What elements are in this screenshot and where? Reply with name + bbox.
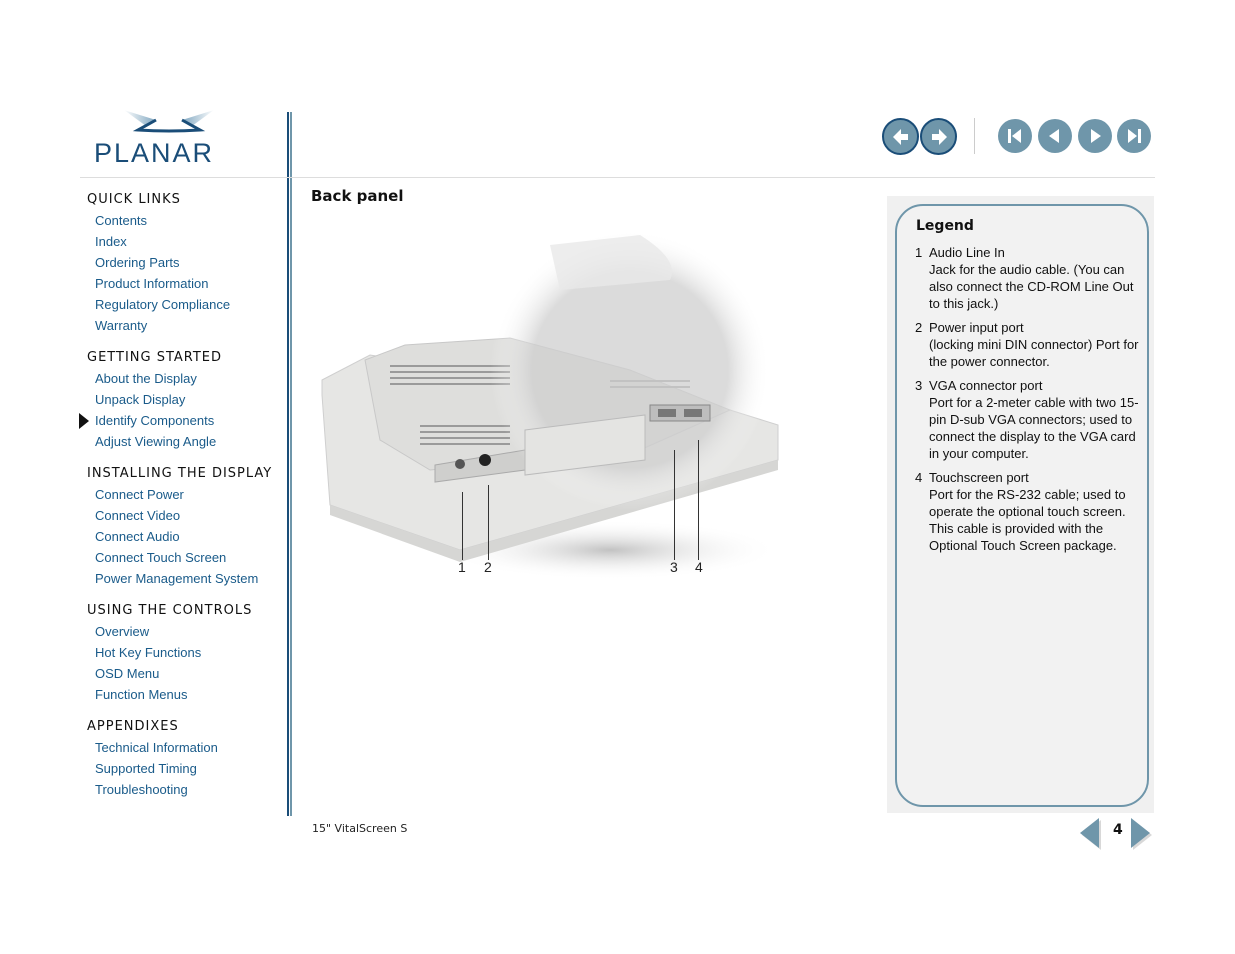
sidebar-divider-accent: [290, 112, 292, 816]
sidebar-item-osd-menu[interactable]: OSD Menu: [87, 663, 282, 684]
page-number: 4: [1113, 822, 1123, 838]
sidebar-item-connect-video[interactable]: Connect Video: [87, 505, 282, 526]
sidebar-item-contents[interactable]: Contents: [87, 210, 282, 231]
sidebar-item-adjust-viewing-angle[interactable]: Adjust Viewing Angle: [87, 431, 282, 452]
sidebar-item-unpack-display[interactable]: Unpack Display: [87, 389, 282, 410]
callout-line-3: [674, 450, 675, 560]
legend-item-number: 2: [915, 320, 923, 335]
sidebar-item-connect-touch-screen[interactable]: Connect Touch Screen: [87, 547, 282, 568]
sidebar-item-connect-power[interactable]: Connect Power: [87, 484, 282, 505]
forward-button[interactable]: [920, 118, 957, 155]
first-page-button[interactable]: [998, 119, 1032, 153]
sidebar-item-function-menus[interactable]: Function Menus: [87, 684, 282, 705]
logo-swoosh-icon: [124, 110, 214, 133]
footer-next-page-icon[interactable]: [1131, 818, 1150, 848]
section-title-using-the-controls: USING THE CONTROLS: [87, 603, 253, 618]
callout-label-3: 3: [670, 559, 678, 575]
callout-label-4: 4: [695, 559, 703, 575]
sidebar-item-troubleshooting[interactable]: Troubleshooting: [87, 779, 282, 800]
footer-previous-page-icon[interactable]: [1080, 818, 1099, 848]
triangle-left-icon: [1049, 129, 1059, 143]
legend-item-description: Jack for the audio cable. (You can also …: [929, 262, 1134, 311]
legend-item: 4 Touchscreen port Port for the RS-232 ca…: [915, 469, 1140, 554]
section-title-appendixes: APPENDIXES: [87, 719, 179, 734]
legend-item: 2 Power input port (locking mini DIN conn…: [915, 319, 1140, 370]
sidebar-item-identify-components-wrap[interactable]: Identify Components: [79, 410, 282, 431]
legend-item: 3 VGA connector port Port for a 2-meter c…: [915, 377, 1140, 462]
sidebar-item-about-the-display[interactable]: About the Display: [87, 368, 282, 389]
section-title-installing-the-display: INSTALLING THE DISPLAY: [87, 466, 273, 481]
legend-item-number: 3: [915, 378, 923, 393]
callout-label-2: 2: [484, 559, 492, 575]
sidebar-item-supported-timing[interactable]: Supported Timing: [87, 758, 282, 779]
sidebar-item-overview[interactable]: Overview: [87, 621, 282, 642]
sidebar-item-power-management-system[interactable]: Power Management System: [87, 568, 282, 589]
callout-label-1: 1: [458, 559, 466, 575]
triangle-right-icon: [1091, 129, 1101, 143]
sidebar-item-warranty[interactable]: Warranty: [87, 315, 282, 336]
sidebar-item-product-information[interactable]: Product Information: [87, 273, 282, 294]
footer-product-name: 15" VitalScreen S: [312, 822, 408, 835]
arrow-right-icon: [931, 128, 947, 145]
legend-list: 1 Audio Line In Jack for the audio cable.…: [915, 244, 1140, 561]
sidebar-item-technical-information[interactable]: Technical Information: [87, 737, 282, 758]
sidebar-item-identify-components[interactable]: Identify Components: [95, 413, 214, 428]
skip-last-icon: [1128, 129, 1141, 143]
callout-line-4: [698, 440, 699, 560]
page-title: Back panel: [311, 187, 404, 205]
section-title-quick-links: QUICK LINKS: [87, 192, 181, 207]
skip-first-icon: [1008, 129, 1021, 143]
sidebar-item-ordering-parts[interactable]: Ordering Parts: [87, 252, 282, 273]
previous-page-button[interactable]: [1038, 119, 1072, 153]
legend-item-title: VGA connector port: [929, 378, 1043, 393]
legend-item: 1 Audio Line In Jack for the audio cable.…: [915, 244, 1140, 312]
legend-item-description: Port for the RS-232 cable; used to opera…: [929, 487, 1126, 553]
sidebar-divider: [287, 112, 289, 816]
planar-logo: PLANAR: [94, 108, 250, 168]
legend-title: Legend: [916, 218, 974, 234]
monitor-back-illustration: [321, 230, 780, 580]
back-panel-figure: 1 2 3 4: [310, 220, 790, 590]
current-page-marker-icon: [79, 413, 89, 429]
callout-line-1: [462, 492, 463, 560]
sidebar-item-regulatory-compliance[interactable]: Regulatory Compliance: [87, 294, 282, 315]
legend-item-description: (locking mini DIN connector) Port for th…: [929, 337, 1139, 369]
legend-item-description: Port for a 2-meter cable with two 15-pin…: [929, 395, 1139, 461]
legend-item-number: 4: [915, 470, 923, 485]
sidebar-item-hot-key-functions[interactable]: Hot Key Functions: [87, 642, 282, 663]
last-page-button[interactable]: [1117, 119, 1151, 153]
arrow-left-icon: [892, 128, 908, 145]
section-title-getting-started: GETTING STARTED: [87, 350, 223, 365]
toolbar-separator: [974, 118, 975, 154]
legend-item-title: Power input port: [929, 320, 1024, 335]
next-page-button[interactable]: [1078, 119, 1112, 153]
legend-item-title: Audio Line In: [929, 245, 1005, 260]
sidebar-item-connect-audio[interactable]: Connect Audio: [87, 526, 282, 547]
legend-item-title: Touchscreen port: [929, 470, 1029, 485]
back-button[interactable]: [882, 118, 919, 155]
logo-text: PLANAR: [94, 138, 215, 168]
sidebar: QUICK LINKS Contents Index Ordering Part…: [79, 190, 282, 800]
sidebar-item-index[interactable]: Index: [87, 231, 282, 252]
callout-line-2: [488, 485, 489, 560]
header-rule: [80, 177, 1155, 178]
legend-item-number: 1: [915, 245, 923, 260]
